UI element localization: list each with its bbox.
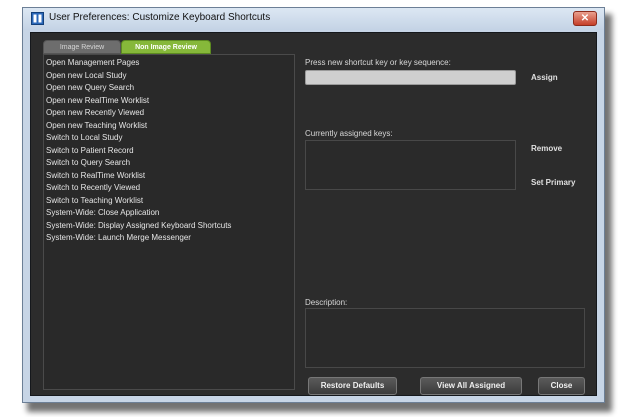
tab-non-image-review[interactable]: Non Image Review: [121, 40, 211, 54]
close-window-button[interactable]: ✕: [573, 11, 597, 26]
shortcut-key-input[interactable]: [305, 70, 516, 85]
assigned-keys-label: Currently assigned keys:: [305, 129, 393, 138]
preferences-dialog: User Preferences: Customize Keyboard Sho…: [22, 7, 605, 403]
view-all-assigned-button[interactable]: View All Assigned: [420, 377, 522, 395]
description-box: [305, 308, 585, 368]
remove-button[interactable]: Remove: [531, 144, 562, 153]
window-title: User Preferences: Customize Keyboard Sho…: [49, 12, 271, 23]
list-item[interactable]: Open Management Pages: [46, 58, 139, 67]
list-item[interactable]: Open new Teaching Worklist: [46, 121, 147, 130]
list-item[interactable]: System-Wide: Close Application: [46, 208, 159, 217]
list-item[interactable]: Switch to Query Search: [46, 158, 130, 167]
shortcut-input-label: Press new shortcut key or key sequence:: [305, 58, 451, 67]
list-item[interactable]: Open new RealTime Worklist: [46, 96, 149, 105]
list-item[interactable]: Switch to Teaching Worklist: [46, 196, 143, 205]
set-primary-button[interactable]: Set Primary: [531, 178, 575, 187]
restore-defaults-button[interactable]: Restore Defaults: [308, 377, 397, 395]
shortcut-list: Open Management Pages Open new Local Stu…: [43, 54, 295, 390]
app-icon: [31, 12, 44, 25]
list-item[interactable]: Open new Query Search: [46, 83, 134, 92]
list-item[interactable]: System-Wide: Launch Merge Messenger: [46, 233, 191, 242]
list-item[interactable]: Open new Recently Viewed: [46, 108, 144, 117]
dialog-body: Image Review Non Image Review Open Manag…: [30, 32, 597, 396]
close-button[interactable]: Close: [538, 377, 585, 395]
list-item[interactable]: Switch to Recently Viewed: [46, 183, 140, 192]
title-bar[interactable]: User Preferences: Customize Keyboard Sho…: [23, 8, 604, 30]
list-item[interactable]: Open new Local Study: [46, 71, 127, 80]
description-label: Description:: [305, 298, 348, 307]
assign-button[interactable]: Assign: [531, 73, 558, 82]
tab-image-review[interactable]: Image Review: [43, 40, 121, 54]
list-item[interactable]: Switch to RealTime Worklist: [46, 171, 145, 180]
list-item[interactable]: Switch to Patient Record: [46, 146, 134, 155]
list-item[interactable]: System-Wide: Display Assigned Keyboard S…: [46, 221, 231, 230]
list-item[interactable]: Switch to Local Study: [46, 133, 122, 142]
assigned-keys-list[interactable]: [305, 140, 516, 190]
